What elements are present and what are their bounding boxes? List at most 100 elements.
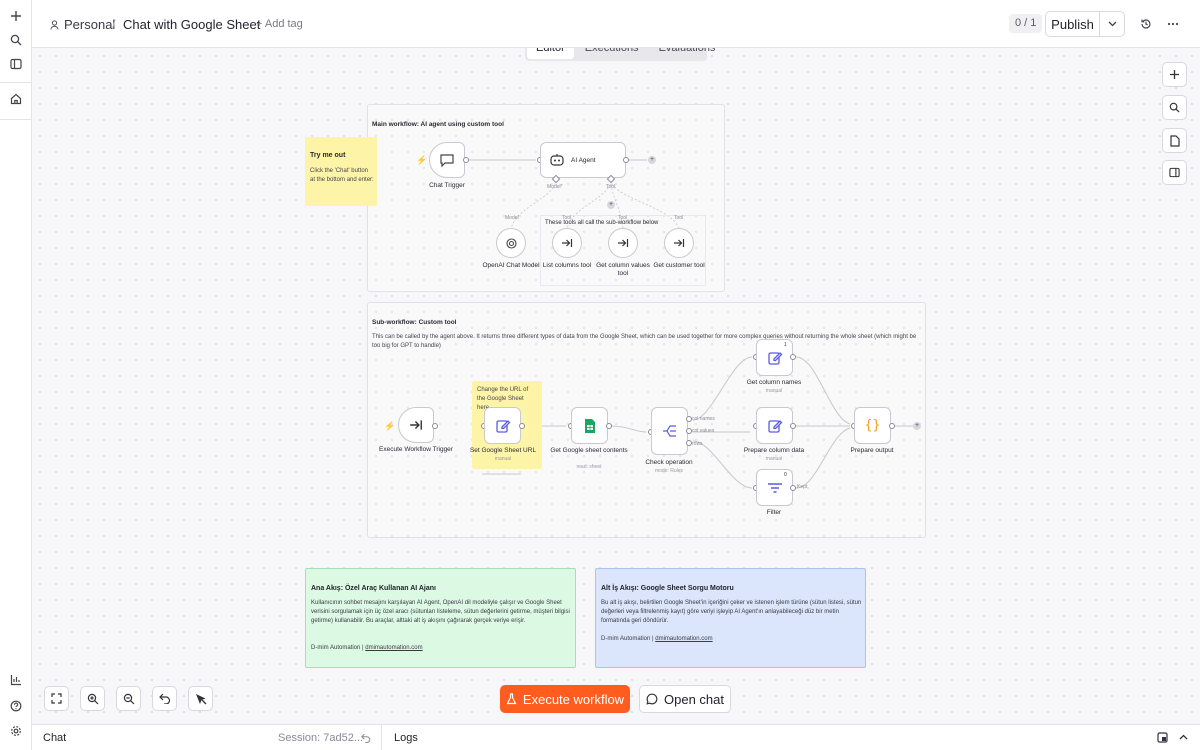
- undo-session-icon[interactable]: [361, 733, 371, 743]
- page-icon: [1169, 134, 1180, 147]
- add-tool-plus[interactable]: +: [607, 201, 615, 209]
- view-tabs: Editor Executions Evaluations: [525, 48, 715, 61]
- filter-label: Filter: [766, 509, 782, 516]
- get-column-values-tool-node[interactable]: [608, 228, 638, 258]
- add-node-plus[interactable]: +: [648, 156, 656, 164]
- prepare-column-data-node[interactable]: [756, 407, 793, 444]
- chat-trigger-output-handle[interactable]: [463, 157, 469, 163]
- search-icon[interactable]: [4, 28, 28, 52]
- note-blue-link[interactable]: dmimautomation.com: [655, 636, 712, 642]
- model-handle-label: Model*: [547, 184, 563, 190]
- chat-icon: [646, 693, 658, 705]
- ai-agent-label: AI Agent: [571, 156, 596, 164]
- zoom-in-icon: [87, 693, 99, 705]
- bolt-icon: ⚡: [384, 421, 396, 431]
- zoom-out-button[interactable]: [116, 686, 141, 711]
- cursor-icon: [195, 693, 207, 705]
- get-column-names-node[interactable]: [756, 339, 793, 376]
- flask-icon: [506, 693, 517, 705]
- edit-icon: [767, 418, 783, 434]
- zoom-in-button[interactable]: [80, 686, 105, 711]
- chat-trigger-node[interactable]: [429, 142, 465, 178]
- toggle-panel-button[interactable]: [1162, 160, 1187, 185]
- fit-view-button[interactable]: [44, 686, 69, 711]
- plus-icon[interactable]: [4, 4, 28, 28]
- get-google-sheet-node[interactable]: [571, 407, 608, 444]
- breadcrumb[interactable]: Personal: [50, 17, 115, 32]
- popout-icon[interactable]: [1157, 732, 1168, 743]
- get-customer-tool-node[interactable]: [664, 228, 694, 258]
- search-icon: [1169, 102, 1180, 113]
- search-nodes-button[interactable]: [1162, 95, 1187, 120]
- undo-button[interactable]: [152, 686, 177, 711]
- switch-icon: [662, 424, 678, 438]
- tool-arrow-icon: [617, 237, 629, 249]
- note-blue-text: Bu alt iş akışı, belirtilen Google Sheet…: [601, 600, 862, 624]
- history-icon[interactable]: [1136, 14, 1156, 34]
- check-op-label: Check operation: [645, 459, 693, 466]
- workflow-canvas[interactable]: Editor Executions Evaluations Main workf…: [32, 48, 1200, 724]
- prepare-output-node[interactable]: {}: [854, 407, 891, 444]
- home-icon[interactable]: [4, 87, 28, 111]
- tab-editor[interactable]: Editor: [527, 48, 574, 59]
- get-sheet-output-handle[interactable]: [606, 423, 612, 429]
- workflow-name[interactable]: Chat with Google Sheet: [123, 17, 260, 32]
- ai-agent-node[interactable]: AI Agent: [540, 142, 626, 178]
- get-col-names-output[interactable]: [790, 354, 796, 360]
- check-op-sublabel: mode: Rules: [654, 468, 684, 474]
- prepare-col-output[interactable]: [790, 423, 796, 429]
- set-google-sheet-url-node[interactable]: [484, 407, 521, 444]
- chevron-down-icon[interactable]: [1100, 12, 1124, 36]
- tool-port-label-2: Tool: [618, 215, 628, 221]
- tool-arrow-icon: [673, 237, 685, 249]
- filter-node[interactable]: [756, 469, 793, 506]
- filter-badge: 0: [784, 472, 787, 478]
- tidy-up-button[interactable]: [188, 686, 213, 711]
- prepare-col-sublabel: manual: [765, 456, 783, 462]
- note-green-link[interactable]: dmimautomation.com: [365, 645, 422, 651]
- workspace-name[interactable]: Personal: [64, 17, 115, 32]
- help-icon[interactable]: [4, 694, 28, 718]
- get-customer-label: Get customer tool: [653, 262, 705, 269]
- add-tag-link[interactable]: + Add tag: [256, 18, 303, 30]
- note-blue-sig-prefix: D-mim Automation |: [601, 636, 654, 642]
- tab-executions[interactable]: Executions: [576, 48, 648, 59]
- fullscreen-icon: [51, 693, 62, 704]
- version-counter: 0 / 1: [1009, 14, 1043, 33]
- note-green-text: Kullanıcının sohbet mesajını karşılayan …: [311, 600, 570, 624]
- chevron-up-icon[interactable]: [1179, 734, 1188, 740]
- edit-icon: [495, 418, 511, 434]
- execute-workflow-trigger-node[interactable]: [398, 407, 434, 443]
- bolt-icon: ⚡: [416, 155, 428, 165]
- add-sticky-button[interactable]: [1162, 128, 1187, 153]
- sidebar-icon: [1169, 167, 1180, 178]
- publish-button[interactable]: Publish: [1046, 12, 1100, 36]
- sticky-text: Click the 'Chat' button at the bottom an…: [310, 168, 374, 183]
- filter-output[interactable]: [790, 485, 796, 491]
- list-columns-tool-node[interactable]: [552, 228, 582, 258]
- user-icon: [50, 19, 59, 30]
- check-operation-node[interactable]: [651, 407, 688, 455]
- ai-agent-output-handle[interactable]: [623, 157, 629, 163]
- more-icon[interactable]: [1163, 14, 1183, 34]
- open-chat-button[interactable]: Open chat: [639, 685, 731, 713]
- prepare-col-label: Prepare column data: [743, 447, 805, 454]
- tab-evaluations[interactable]: Evaluations: [650, 48, 725, 59]
- rail-divider: [0, 119, 32, 120]
- execute-workflow-button[interactable]: Execute workflow: [500, 685, 630, 713]
- set-url-output-handle[interactable]: [519, 423, 525, 429]
- chat-panel-title[interactable]: Chat: [43, 732, 66, 744]
- robot-icon: [549, 153, 565, 167]
- add-node-plus[interactable]: +: [913, 422, 921, 430]
- add-node-button[interactable]: [1162, 62, 1187, 87]
- settings-icon[interactable]: [4, 719, 28, 743]
- openai-chat-model-node[interactable]: [496, 228, 526, 258]
- panel-icon[interactable]: [4, 52, 28, 76]
- plus-icon: [1169, 69, 1180, 80]
- prepare-output-output[interactable]: [889, 423, 895, 429]
- chart-icon[interactable]: [4, 668, 28, 692]
- trigger-output-handle[interactable]: [432, 423, 438, 429]
- session-id: Session: 7ad52...: [278, 732, 364, 744]
- logs-panel-title[interactable]: Logs: [394, 732, 418, 744]
- main-frame-title: Main workflow: AI agent using custom too…: [372, 121, 504, 128]
